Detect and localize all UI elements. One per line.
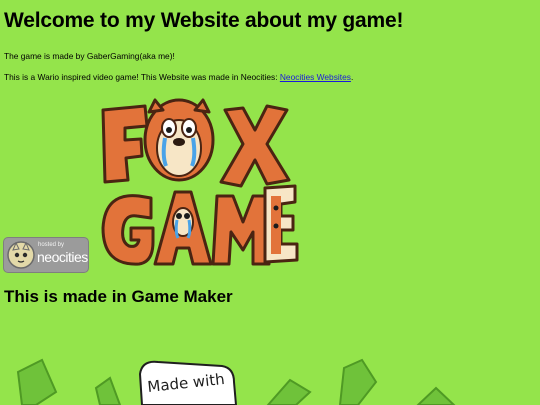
game-maker-heading: This is made in Game Maker [4, 287, 233, 306]
green-shape-far-right [416, 386, 456, 405]
neocities-badge[interactable]: hosted by neocities [3, 237, 89, 273]
logo-line-fox [101, 98, 291, 188]
badge-hosted-by: hosted by [38, 242, 65, 248]
game-maker-artwork: Made with [16, 358, 456, 405]
green-shape-left [16, 358, 58, 405]
intro-text: The game is made by GaberGaming(aka me)! [4, 51, 175, 61]
badge-neocities: neocities [37, 249, 88, 265]
page-title: Welcome to my Website about my game! [4, 9, 404, 32]
neocities-link[interactable]: Neocities Websites [280, 72, 351, 82]
fox-game-logo [101, 98, 299, 266]
green-shape-center [266, 378, 312, 405]
green-shape-right [338, 358, 378, 405]
description-prefix: This is a Wario inspired video game! Thi… [4, 72, 280, 82]
green-shape-mid [94, 376, 122, 405]
description-suffix: . [350, 72, 354, 82]
description-text: This is a Wario inspired video game! Thi… [4, 72, 353, 82]
neocities-cat-icon [7, 241, 35, 269]
logo-line-game [101, 184, 299, 266]
